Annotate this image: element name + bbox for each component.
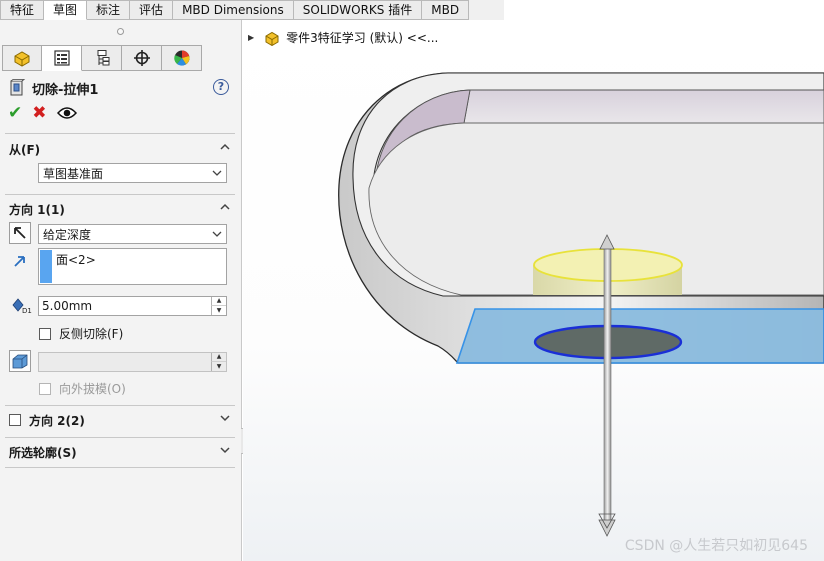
chevron-up-icon[interactable] — [219, 141, 231, 153]
draft-outward-checkbox — [39, 382, 51, 395]
direction1-section-header[interactable]: 方向 1(1) — [9, 200, 235, 218]
preview-eye-icon[interactable] — [56, 106, 77, 120]
feature-manager-icon — [14, 51, 30, 67]
chevron-down-icon — [212, 231, 222, 237]
chevron-down-icon — [212, 170, 222, 176]
action-buttons: ✔ ✖ — [8, 104, 77, 122]
depth-decrement-button[interactable]: ▼ — [211, 306, 226, 315]
depth-dimension-icon: D1 — [12, 298, 32, 314]
draft-icon — [12, 354, 28, 369]
property-manager-icon — [53, 50, 70, 66]
property-manager-tab[interactable] — [42, 45, 82, 71]
selected-contours-label: 所选轮廓(S) — [9, 445, 77, 460]
direction-vector-icon — [14, 256, 25, 267]
feature-header: 切除-拉伸1 — [8, 78, 98, 98]
display-manager-icon — [173, 50, 189, 66]
from-section-label: 从(F) — [9, 142, 41, 157]
draft-angle-input: ▲ ▼ — [38, 352, 227, 372]
extruded-cut-icon — [10, 79, 26, 96]
model-scene — [338, 72, 824, 537]
reverse-direction-icon — [14, 227, 26, 239]
tab-sketch[interactable]: 草图 — [44, 0, 88, 20]
dimxpert-manager-icon — [133, 50, 150, 66]
chevron-up-icon[interactable] — [219, 201, 231, 213]
selected-face-item[interactable]: 面<2> — [56, 251, 96, 268]
tab-mbd-dimensions[interactable]: MBD Dimensions — [173, 0, 294, 20]
configuration-manager-icon — [97, 50, 109, 66]
end-condition-value: 给定深度 — [43, 227, 92, 242]
pocket-back-wall — [463, 89, 824, 124]
draft-outward-label: 向外拔模(O) — [59, 382, 126, 396]
svg-text:D1: D1 — [22, 307, 32, 314]
extrude-direction-shaft — [603, 245, 612, 527]
from-section-header[interactable]: 从(F) — [9, 140, 235, 158]
cancel-button[interactable]: ✖ — [32, 104, 46, 122]
draft-outward-option: 向外拔模(O) — [39, 380, 126, 397]
from-condition-select[interactable]: 草图基准面 — [38, 163, 227, 183]
tab-evaluate[interactable]: 评估 — [130, 0, 174, 20]
selected-contours-header[interactable]: 所选轮廓(S) — [9, 443, 235, 461]
dimxpert-manager-tab[interactable] — [122, 45, 162, 71]
reverse-direction-button[interactable] — [9, 222, 31, 244]
property-manager-panel: 切除-拉伸1 ? ✔ ✖ 从(F) 草图基准面 方向 1(1) 给定深度 面<2… — [0, 20, 242, 561]
ok-button[interactable]: ✔ — [8, 104, 22, 122]
chevron-down-icon[interactable] — [219, 444, 231, 456]
feature-title: 切除-拉伸1 — [32, 82, 99, 98]
feature-manager-tab[interactable] — [2, 45, 42, 71]
flip-side-option[interactable]: 反侧切除(F) — [39, 325, 123, 342]
draft-toggle-button[interactable] — [9, 350, 31, 372]
flip-side-label: 反侧切除(F) — [59, 327, 124, 341]
watermark: CSDN @人生若只如初见645 — [624, 538, 808, 554]
direction2-section-header[interactable]: 方向 2(2) — [9, 411, 235, 429]
manager-tabs — [2, 45, 202, 71]
direction2-label: 方向 2(2) — [29, 413, 85, 428]
tab-mbd[interactable]: MBD — [422, 0, 470, 20]
from-condition-value: 草图基准面 — [43, 166, 104, 181]
tab-markup[interactable]: 标注 — [87, 0, 131, 20]
depth-input[interactable]: 5.00mm ▲ ▼ — [38, 296, 227, 316]
configuration-manager-tab[interactable] — [82, 45, 122, 71]
direction2-checkbox[interactable] — [9, 414, 21, 426]
chevron-down-icon[interactable] — [219, 412, 231, 424]
direction1-label: 方向 1(1) — [9, 202, 65, 217]
end-condition-select[interactable]: 给定深度 — [38, 224, 227, 244]
command-manager-tabbar: 特征 草图 标注 评估 MBD Dimensions SOLIDWORKS 插件… — [0, 0, 824, 20]
graphics-viewport[interactable]: ▶ 零件3特征学习 (默认) <<... CSDN @人生若只如初见645 — [243, 20, 824, 561]
draft-decrement-button: ▼ — [211, 362, 226, 371]
depth-value: 5.00mm — [42, 299, 93, 313]
flip-side-checkbox[interactable] — [39, 327, 51, 340]
tab-solidworks-addins[interactable]: SOLIDWORKS 插件 — [293, 0, 423, 20]
help-button[interactable]: ? — [213, 79, 229, 95]
display-manager-tab[interactable] — [162, 45, 202, 71]
tab-features[interactable]: 特征 — [0, 0, 45, 20]
direction-reference-list[interactable]: 面<2> — [38, 248, 227, 285]
panel-grip[interactable] — [0, 20, 242, 44]
